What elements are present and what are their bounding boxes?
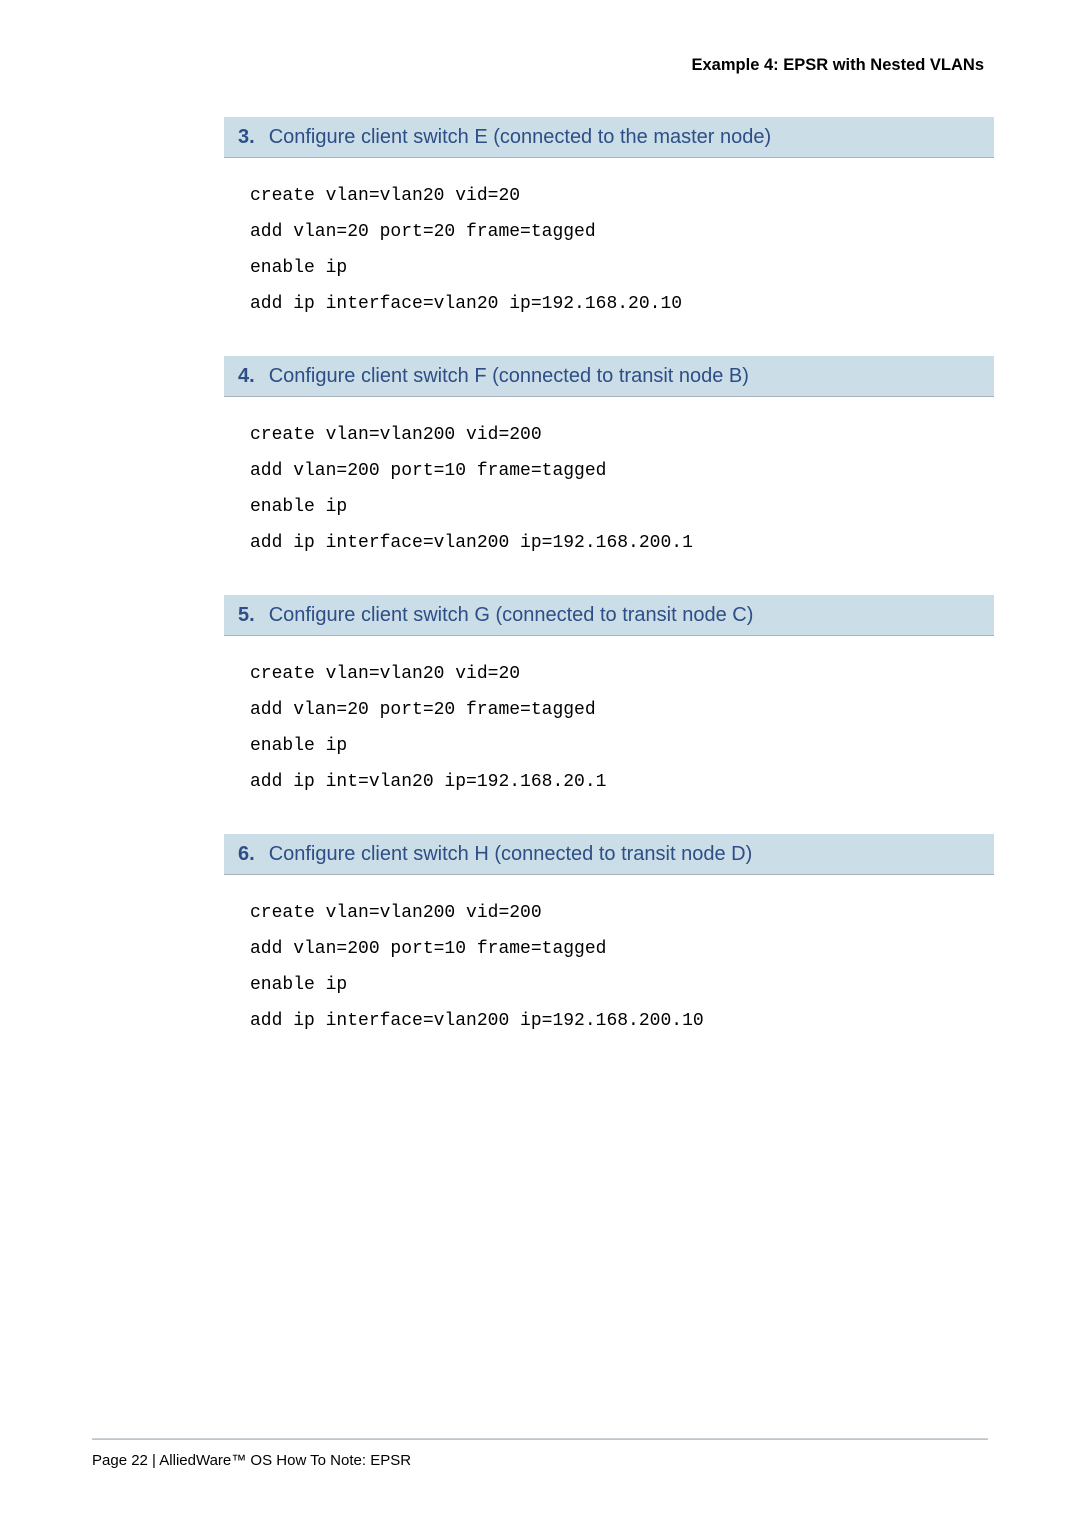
- step-bar-6: 6. Configure client switch H (connected …: [224, 834, 994, 875]
- running-header: Example 4: EPSR with Nested VLANs: [92, 56, 988, 75]
- footer-text: Page 22 | AlliedWare™ OS How To Note: EP…: [92, 1452, 988, 1469]
- step-number: 5.: [238, 603, 255, 628]
- spacer: [224, 800, 994, 834]
- step-number: 4.: [238, 364, 255, 389]
- step-number: 6.: [238, 842, 255, 867]
- page: Example 4: EPSR with Nested VLANs 3. Con…: [0, 0, 1080, 1527]
- step-bar-4: 4. Configure client switch F (connected …: [224, 356, 994, 397]
- step-bar-5: 5. Configure client switch G (connected …: [224, 595, 994, 636]
- step-number: 3.: [238, 125, 255, 150]
- spacer: [224, 561, 994, 595]
- content-area: 3. Configure client switch E (connected …: [224, 117, 994, 1039]
- code-block-4: create vlan=vlan200 vid=200 add vlan=200…: [224, 397, 994, 561]
- code-block-5: create vlan=vlan20 vid=20 add vlan=20 po…: [224, 636, 994, 800]
- spacer: [224, 322, 994, 356]
- step-title: Configure client switch F (connected to …: [269, 364, 749, 389]
- step-title: Configure client switch E (connected to …: [269, 125, 771, 150]
- step-title: Configure client switch H (connected to …: [269, 842, 753, 867]
- code-block-3: create vlan=vlan20 vid=20 add vlan=20 po…: [224, 158, 994, 322]
- code-block-6: create vlan=vlan200 vid=200 add vlan=200…: [224, 875, 994, 1039]
- footer-rule: [92, 1438, 988, 1440]
- step-bar-3: 3. Configure client switch E (connected …: [224, 117, 994, 158]
- step-title: Configure client switch G (connected to …: [269, 603, 754, 628]
- footer: Page 22 | AlliedWare™ OS How To Note: EP…: [92, 1438, 988, 1469]
